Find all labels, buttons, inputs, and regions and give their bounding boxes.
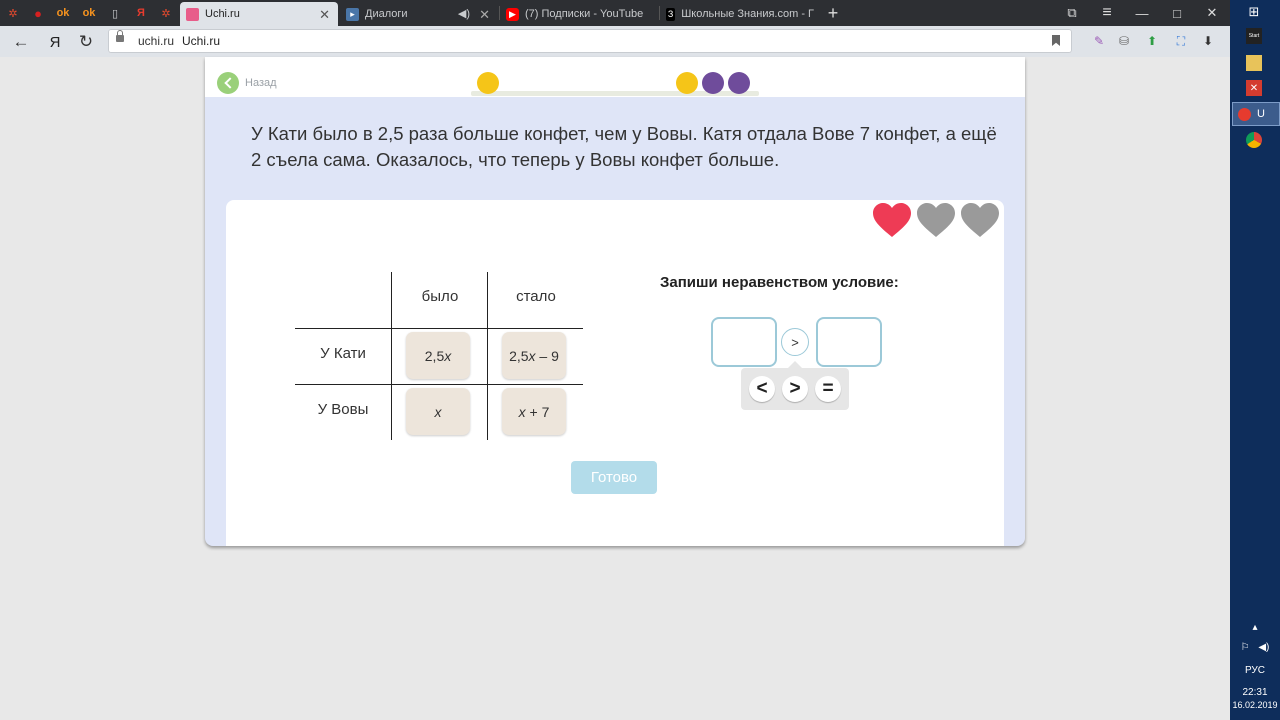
- back-circle-icon: [217, 72, 239, 94]
- table-cell-katya-before[interactable]: 2,5 x: [406, 332, 470, 379]
- url-page-title: Uchi.ru: [182, 34, 221, 48]
- table-cell-vova-after[interactable]: x + 7: [502, 388, 566, 435]
- close-window-button[interactable]: ✕: [1199, 3, 1225, 23]
- done-button[interactable]: Готово: [571, 461, 657, 494]
- table-cell-vova-before[interactable]: x: [406, 388, 470, 435]
- feather-extension-icon[interactable]: ✎: [1090, 32, 1108, 50]
- progress-dot-current: [477, 72, 499, 94]
- pinned-tab[interactable]: ✲: [3, 3, 23, 23]
- asterisk-icon: ✲: [161, 7, 171, 20]
- url-host: uchi.ru: [138, 34, 175, 48]
- pinned-tab[interactable]: ok: [53, 3, 73, 23]
- inequality-right-slot[interactable]: [816, 317, 882, 367]
- tab-youtube[interactable]: ▶ (7) Подписки - YouTube: [500, 2, 658, 26]
- greater-than-button[interactable]: >: [782, 376, 808, 402]
- tabs-overview-button[interactable]: ⧉: [1059, 3, 1085, 23]
- column-header-after: стало: [516, 288, 556, 305]
- clock-time[interactable]: 22:31: [1230, 687, 1280, 698]
- network-icon[interactable]: ⚐: [1241, 642, 1250, 653]
- maximize-button[interactable]: □: [1164, 3, 1190, 23]
- clock-date[interactable]: 16.02.2019: [1230, 700, 1280, 710]
- vk-favicon-icon: ▸: [346, 7, 359, 21]
- task-text: У Кати было в 2,5 раза больше конфет, че…: [251, 123, 997, 170]
- file-explorer-icon[interactable]: [1246, 55, 1262, 71]
- app-icon[interactable]: ✕: [1246, 80, 1262, 96]
- windows-start-icon[interactable]: ⊞: [1246, 4, 1262, 20]
- downloads-icon[interactable]: ⬇: [1199, 32, 1217, 50]
- pinned-tab[interactable]: ✲: [156, 3, 176, 23]
- reload-icon[interactable]: ↻: [75, 31, 97, 53]
- table-divider: [295, 384, 583, 385]
- row-label-katya: У Кати: [320, 345, 366, 362]
- pinned-tab[interactable]: Я: [131, 3, 151, 23]
- back-arrow-icon[interactable]: ←: [10, 31, 32, 53]
- youtube-favicon-icon: ▶: [506, 7, 519, 21]
- tab-title: Диалоги: [365, 8, 408, 20]
- heart-full-icon: [873, 203, 911, 237]
- page-icon: ▯: [111, 7, 119, 20]
- less-than-button[interactable]: <: [749, 376, 775, 402]
- new-tab-button[interactable]: +: [820, 3, 846, 23]
- speaker-icon[interactable]: ◀): [458, 7, 470, 20]
- tab-uchi[interactable]: Uchi.ru ✕: [180, 2, 338, 26]
- lesson-card: Назад У Кати было в 2,5 раза больше конф…: [205, 57, 1025, 546]
- tray-expand-icon[interactable]: ▴: [1230, 622, 1280, 633]
- back-link[interactable]: Назад: [217, 72, 277, 94]
- red-circle-icon: ●: [34, 5, 42, 21]
- yandex-icon: Я: [137, 7, 145, 19]
- lock-icon: [116, 30, 124, 42]
- screenshot-extension-icon[interactable]: ⛶: [1172, 32, 1190, 50]
- tab-title: Uchi.ru: [205, 8, 240, 20]
- yandex-button[interactable]: Я: [44, 31, 66, 53]
- progress-dot-pending: [728, 72, 750, 94]
- back-label: Назад: [245, 77, 277, 89]
- address-bar: ← Я ↻ uchi.ru Uchi.ru ✎ ⛁ ⬆ ⛶ ⬇: [0, 26, 1230, 57]
- inequality-left-slot[interactable]: [711, 317, 777, 367]
- url-field[interactable]: uchi.ru Uchi.ru: [108, 29, 1072, 53]
- menu-button[interactable]: ≡: [1094, 3, 1120, 23]
- windows-taskbar: ⊞ Start ✕ U ▴ ⚐ ◀) РУС 22:31 16.02.2019: [1230, 0, 1280, 720]
- close-tab-icon[interactable]: ✕: [479, 7, 490, 23]
- uchi-favicon-icon: [186, 7, 199, 21]
- tray-network-sound-icons[interactable]: ⚐ ◀): [1230, 642, 1280, 653]
- row-label-vova: У Вовы: [317, 401, 369, 418]
- instruction-text: Запиши неравенством условие:: [660, 274, 899, 291]
- browser-tab-bar: ✲ ● ok ok ▯ Я ✲ Uchi.ru ✕ ▸ Диалоги ◀) ✕…: [0, 0, 1230, 26]
- tab-znanija[interactable]: З Школьные Знания.com - Г: [660, 2, 814, 26]
- equals-button[interactable]: =: [815, 376, 841, 402]
- close-tab-icon[interactable]: ✕: [319, 7, 330, 23]
- tab-title: Школьные Знания.com - Г: [681, 8, 814, 20]
- language-indicator[interactable]: РУС: [1230, 665, 1280, 676]
- taskbar-active-browser[interactable]: U: [1232, 102, 1280, 126]
- table-cell-katya-after[interactable]: 2,5 x – 9: [502, 332, 566, 379]
- heart-empty-icon: [961, 203, 999, 237]
- exercise-panel: было стало У Кати У Вовы 2,5 x 2,5 x – 9 x…: [226, 200, 1004, 546]
- minimize-button[interactable]: —: [1129, 3, 1155, 23]
- volume-icon[interactable]: ◀): [1258, 642, 1269, 653]
- heart-empty-icon: [917, 203, 955, 237]
- taskbar-app-label: U: [1257, 108, 1265, 120]
- tab-title: (7) Подписки - YouTube: [525, 8, 644, 20]
- pinned-tab[interactable]: ok: [79, 3, 99, 23]
- progress-dot-pending: [702, 72, 724, 94]
- table-divider: [295, 328, 583, 329]
- ok-icon: ok: [82, 7, 96, 19]
- asterisk-icon: ✲: [8, 7, 18, 20]
- pinned-tab[interactable]: ▯: [105, 3, 125, 23]
- lesson-top-strip: Назад: [205, 57, 1025, 97]
- inequality-operator[interactable]: >: [781, 328, 809, 356]
- bookmark-icon[interactable]: [1052, 35, 1060, 46]
- tab-dialogs[interactable]: ▸ Диалоги ◀) ✕: [340, 2, 498, 26]
- pinned-tab[interactable]: ●: [28, 3, 48, 23]
- progress-dot-done: [676, 72, 698, 94]
- yandex-browser-icon: [1238, 107, 1251, 121]
- ok-icon: ok: [56, 7, 70, 19]
- chrome-icon[interactable]: [1246, 132, 1262, 148]
- operator-picker: < > =: [741, 361, 849, 410]
- start-screen-icon[interactable]: Start: [1246, 28, 1262, 44]
- column-header-before: было: [421, 288, 459, 305]
- turbo-extension-icon[interactable]: ⛁: [1115, 32, 1133, 50]
- adguard-extension-icon[interactable]: ⬆: [1143, 32, 1161, 50]
- znanija-favicon-icon: З: [666, 7, 676, 21]
